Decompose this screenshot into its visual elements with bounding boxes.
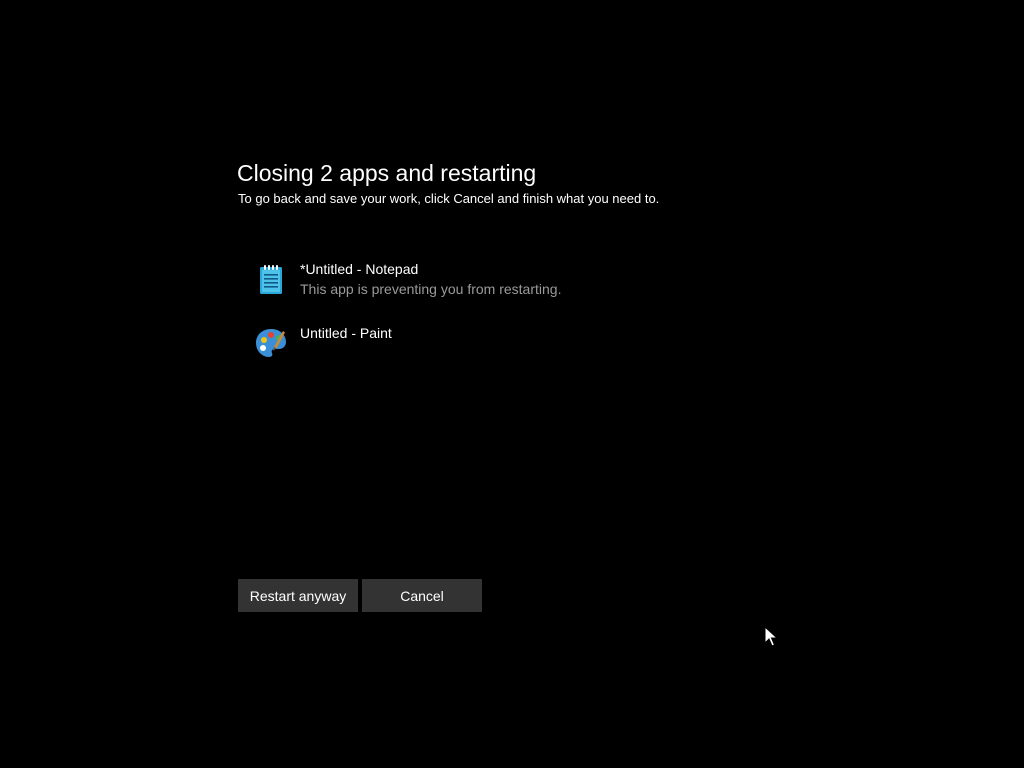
mouse-pointer-icon [764, 626, 779, 647]
restart-blocking-screen: { "header": { "title": "Closing 2 apps a… [0, 0, 1024, 768]
app-name: *Untitled - Notepad [300, 261, 419, 277]
cancel-button[interactable]: Cancel [362, 579, 482, 612]
app-status: This app is preventing you from restarti… [300, 281, 562, 297]
page-title: Closing 2 apps and restarting [237, 160, 537, 186]
app-list-item-notepad: *Untitled - Notepad This app is preventi… [254, 260, 674, 300]
page-subtitle: To go back and save your work, click Can… [238, 191, 660, 206]
paint-icon [256, 329, 286, 357]
notepad-icon [260, 265, 282, 294]
app-list-item-paint: Untitled - Paint [254, 324, 674, 364]
app-name: Untitled - Paint [300, 325, 392, 341]
restart-anyway-button[interactable]: Restart anyway [238, 579, 358, 612]
